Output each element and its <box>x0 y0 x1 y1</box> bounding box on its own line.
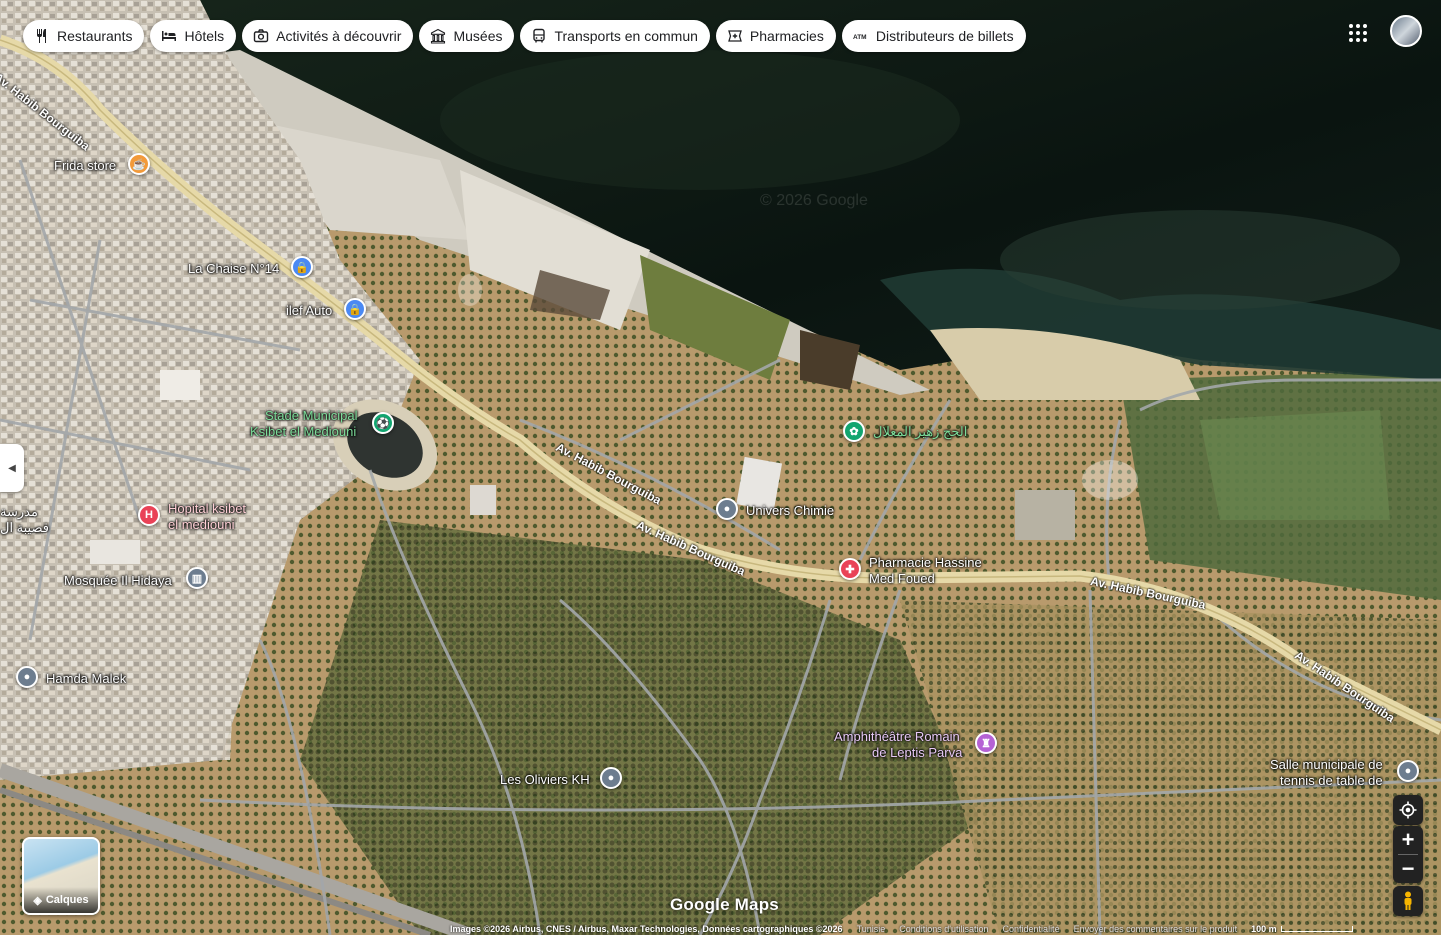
poi-label-univers-chimie[interactable]: Univers Chimie <box>746 503 834 519</box>
apps-grid-icon[interactable] <box>1346 21 1370 45</box>
chip-transports[interactable]: Transports en commun <box>520 20 710 52</box>
poi-label-hopital[interactable]: Hopital ksibet <box>168 501 246 517</box>
layers-label: Calques <box>45 894 89 906</box>
map-footer: Images ©2026 Airbus, CNES / Airbus, Maxa… <box>450 922 1441 935</box>
pharmacy-icon <box>726 27 744 45</box>
feedback-link[interactable]: Envoyer des commentaires sur le produit <box>1074 924 1238 934</box>
shopping-marker-icon[interactable]: 🔒 <box>344 298 366 320</box>
my-location-button[interactable] <box>1393 795 1423 825</box>
chip-pharmacies[interactable]: Pharmacies <box>715 20 836 52</box>
stadium-marker-icon[interactable]: ⚽ <box>372 412 394 434</box>
layers-button[interactable]: ◈ Calques <box>22 837 100 915</box>
chip-label: Restaurants <box>57 28 133 44</box>
chip-distributeurs[interactable]: ATM Distributeurs de billets <box>841 20 1026 52</box>
location-marker-icon[interactable]: ● <box>1397 760 1419 782</box>
privacy-link[interactable]: Confidentialité <box>1003 924 1060 934</box>
cafe-marker-icon[interactable]: ☕ <box>128 153 150 175</box>
chip-label: Activités à découvrir <box>276 28 402 44</box>
street-view-pegman-button[interactable] <box>1393 886 1423 916</box>
location-marker-icon[interactable]: ● <box>716 498 738 520</box>
atm-icon: ATM <box>852 27 870 45</box>
crosshair-icon <box>1399 801 1417 819</box>
monument-marker-icon[interactable]: ♜ <box>975 732 997 754</box>
chip-activites[interactable]: Activités à découvrir <box>242 20 414 52</box>
chip-label: Musées <box>453 28 503 44</box>
layers-label-row: ◈ Calques <box>24 887 98 913</box>
chip-label: Transports en commun <box>554 28 698 44</box>
svg-text:ATM: ATM <box>853 34 867 41</box>
poi-label-amphitheatre[interactable]: Amphithéâtre Romain <box>834 729 960 745</box>
satellite-map[interactable]: © 2026 Google <box>0 0 1441 935</box>
poi-label-salle-tennis-2[interactable]: tennis de table de <box>1280 773 1383 789</box>
mosque-marker-icon[interactable]: ▥ <box>186 567 208 589</box>
chip-label: Hôtels <box>184 28 225 44</box>
terms-link[interactable]: Conditions d'utilisation <box>899 924 988 934</box>
scale-line <box>1280 925 1353 932</box>
chip-label: Distributeurs de billets <box>875 28 1014 44</box>
poi-label-salle-tennis[interactable]: Salle municipale de <box>1270 757 1383 773</box>
poi-label-pharmacie[interactable]: Pharmacie Hassine <box>869 555 982 571</box>
camera-icon <box>252 27 270 45</box>
account-avatar[interactable] <box>1390 15 1422 47</box>
scale-label: 100 m <box>1251 923 1277 934</box>
collapse-side-panel-button[interactable]: ◀ <box>0 444 24 492</box>
hospital-marker-icon[interactable]: H <box>138 504 160 526</box>
map-watermark: © 2026 Google <box>760 192 868 209</box>
poi-label-les-oliviers[interactable]: Les Oliviers KH <box>500 772 590 788</box>
bus-icon <box>530 27 548 45</box>
poi-label-pharmacie-2[interactable]: Med Foued <box>869 571 935 587</box>
poi-label-amphitheatre-2[interactable]: de Leptis Parva <box>872 745 962 761</box>
poi-label-stade-2[interactable]: Ksibet el Mediouni <box>250 424 356 440</box>
google-maps-logo: Google Maps <box>670 895 779 914</box>
poi-label-ilef-auto[interactable]: ilef Auto <box>286 303 332 319</box>
chip-restaurants[interactable]: Restaurants <box>23 20 145 52</box>
zoom-out-button[interactable]: − <box>1402 855 1415 883</box>
museum-icon <box>429 27 447 45</box>
country-label: Tunisie <box>856 923 886 934</box>
park-marker-icon[interactable]: ✿ <box>843 420 865 442</box>
imagery-attribution: Images ©2026 Airbus, CNES / Airbus, Maxa… <box>450 923 843 934</box>
poi-label-hajj[interactable]: الحج زهير المعلال <box>873 424 967 440</box>
scale-bar[interactable]: 100 m <box>1251 924 1353 934</box>
chip-label: Pharmacies <box>749 28 824 44</box>
chevron-left-icon: ◀ <box>8 462 16 474</box>
poi-label-mosquee[interactable]: Mosquée Il Hidaya <box>64 573 172 589</box>
zoom-in-button[interactable]: + <box>1402 826 1415 854</box>
pegman-icon <box>1404 891 1412 910</box>
poi-label-hamda-malek[interactable]: Hamda Malek <box>46 671 126 687</box>
location-marker-icon[interactable]: ● <box>600 767 622 789</box>
fork-knife-icon <box>33 27 51 45</box>
pharmacy-marker-icon[interactable]: ✚ <box>839 558 861 580</box>
zoom-controls: + − <box>1393 826 1423 883</box>
poi-label-hopital-2[interactable]: el mediouni <box>168 517 235 533</box>
poi-label-stade[interactable]: Stade Municipal <box>265 408 358 424</box>
poi-label-la-chaise[interactable]: La Chaise N°14 <box>188 261 279 277</box>
poi-label-frida-store[interactable]: Frida store <box>54 158 116 174</box>
poi-label-madrasa-2[interactable]: قصيبة ال <box>0 520 49 536</box>
shopping-marker-icon[interactable]: 🔒 <box>291 256 313 278</box>
category-chips: Restaurants Hôtels Activités à découvrir… <box>23 20 1026 52</box>
chip-hotels[interactable]: Hôtels <box>150 20 237 52</box>
poi-label-madrasa[interactable]: مدرسة <box>0 504 38 520</box>
bed-icon <box>160 27 178 45</box>
layers-icon: ◈ <box>33 894 42 907</box>
location-marker-icon[interactable]: ● <box>16 666 38 688</box>
chip-musees[interactable]: Musées <box>419 20 515 52</box>
